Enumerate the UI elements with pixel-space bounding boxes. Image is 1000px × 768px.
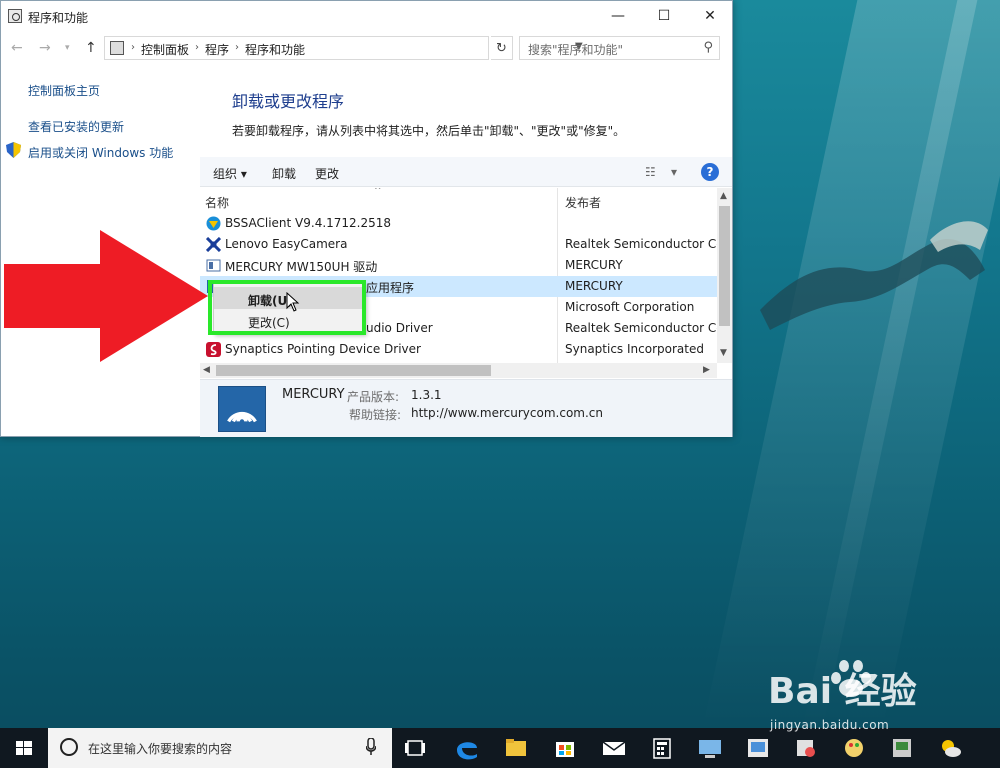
scroll-thumb[interactable] <box>216 365 491 376</box>
mouse-cursor-icon <box>286 292 300 312</box>
program-publisher: Realtek Semiconductor Co <box>565 321 717 335</box>
windows-start-icon[interactable] <box>0 728 48 768</box>
scroll-right-icon[interactable]: ▶ <box>703 365 710 375</box>
link-windows-features[interactable]: 启用或关闭 Windows 功能 <box>28 144 173 161</box>
window-title: 程序和功能 <box>28 11 89 25</box>
breadcrumb-item[interactable]: 控制面板 <box>141 41 189 58</box>
program-name: 应用程序 <box>366 281 415 295</box>
vertical-scrollbar[interactable]: ▲ ▼ <box>717 188 732 363</box>
command-toolbar: 组织 ▾ 卸载 更改 ☷ ▾ ? <box>200 157 732 187</box>
task-view-icon[interactable] <box>392 728 440 768</box>
search-icon[interactable]: ⚲ <box>703 40 713 55</box>
scroll-left-icon[interactable]: ◀ <box>203 365 210 375</box>
table-row[interactable]: Lenovo EasyCamera Realtek Semiconductor … <box>200 234 717 255</box>
calculator-icon[interactable] <box>638 728 686 768</box>
search-placeholder: 搜索"程序和功能" <box>528 43 624 57</box>
table-row[interactable]: MERCURY MW150UH 驱动 MERCURY <box>200 255 717 276</box>
edge-browser-icon[interactable] <box>443 728 491 768</box>
minimize-button[interactable]: — <box>595 1 641 32</box>
instruction-text: 若要卸载程序，请从列表中将其选中，然后单击"卸载"、"更改"或"修复"。 <box>232 124 626 138</box>
sort-ascending-icon: ^ <box>374 188 382 196</box>
help-link-url[interactable]: http://www.mercurycom.com.cn <box>411 406 603 420</box>
mercury-app-icon <box>218 386 266 432</box>
recent-chevron-icon[interactable]: ▾ <box>65 43 70 53</box>
taskbar-search-input[interactable]: 在这里输入你要搜索的内容 <box>48 728 392 768</box>
column-header-publisher[interactable]: 发布者 <box>560 188 606 213</box>
program-publisher: Synaptics Incorporated <box>565 342 704 356</box>
driver-icon <box>206 259 221 272</box>
scroll-down-icon[interactable]: ▼ <box>720 348 727 358</box>
mail-icon[interactable] <box>590 728 638 768</box>
view-options-icon[interactable]: ☷ ▾ <box>645 165 677 179</box>
up-arrow-icon[interactable]: ↑ <box>85 40 97 56</box>
table-row[interactable]: Synaptics Pointing Device Driver Synapti… <box>200 339 717 360</box>
title-bar: 程序和功能 — ☐ ✕ <box>1 1 732 32</box>
shield-icon <box>6 142 21 158</box>
taskbar-search-placeholder: 在这里输入你要搜索的内容 <box>88 742 233 756</box>
file-explorer-icon[interactable] <box>492 728 540 768</box>
details-publisher: MERCURY <box>282 387 345 402</box>
address-bar[interactable]: › 控制面板 › 程序 › 程序和功能 ▼ <box>104 36 583 60</box>
scroll-thumb[interactable] <box>719 206 730 326</box>
program-name: Lenovo EasyCamera <box>225 237 348 251</box>
refresh-icon[interactable]: ↻ <box>491 36 513 60</box>
close-button[interactable]: ✕ <box>687 1 733 32</box>
page-title: 卸载或更改程序 <box>232 92 345 111</box>
program-publisher: MERCURY <box>565 279 623 293</box>
monitor-app-icon[interactable] <box>734 728 782 768</box>
table-row[interactable]: BSSAClient V9.4.1712.2518 <box>200 213 717 234</box>
link-installed-updates[interactable]: 查看已安装的更新 <box>28 118 124 135</box>
program-name: Synaptics Pointing Device Driver <box>225 342 421 356</box>
version-value: 1.3.1 <box>411 388 442 402</box>
version-label: 产品版本: <box>347 390 400 404</box>
program-name: udio Driver <box>366 321 433 335</box>
program-publisher: Realtek Semiconductor Co <box>565 237 717 251</box>
chevron-right-icon: › <box>195 42 200 53</box>
details-pane: MERCURY 产品版本: 1.3.1 帮助链接: http://www.mer… <box>200 379 732 437</box>
control-panel-icon <box>8 9 22 23</box>
back-arrow-icon[interactable]: ← <box>11 40 23 56</box>
program-publisher: Microsoft Corporation <box>565 300 695 314</box>
search-input[interactable]: 搜索"程序和功能" ⚲ <box>519 36 720 60</box>
help-icon[interactable]: ? <box>701 163 719 181</box>
swimmer-image <box>760 221 988 330</box>
breadcrumb: › 控制面板 › 程序 › 程序和功能 <box>131 41 305 58</box>
palette-app-icon[interactable] <box>830 728 878 768</box>
column-header-name[interactable]: 名称 <box>200 188 234 213</box>
store-icon[interactable] <box>541 728 589 768</box>
uninstall-button[interactable]: 卸载 <box>272 165 296 182</box>
chevron-right-icon: › <box>131 42 135 53</box>
help-link-label: 帮助链接: <box>349 408 402 422</box>
programs-window: 程序和功能 — ☐ ✕ ← → ▾ ↑ › 控制面板 › 程序 › 程序和功能 … <box>0 0 733 437</box>
weather-app-icon[interactable] <box>926 728 974 768</box>
synaptics-icon <box>206 342 221 357</box>
watermark-brand: Bai 经验 <box>768 671 917 712</box>
link-control-panel-home[interactable]: 控制面板主页 <box>28 82 100 99</box>
organize-button[interactable]: 组织 ▾ <box>213 165 247 182</box>
change-button[interactable]: 更改 <box>315 165 339 182</box>
breadcrumb-item[interactable]: 程序和功能 <box>245 41 305 58</box>
watermark-url: jingyan.baidu.com <box>770 718 890 732</box>
taskbar: 在这里输入你要搜索的内容 <box>0 728 1000 768</box>
control-panel-icon <box>110 41 124 55</box>
paint-app-icon[interactable] <box>782 728 830 768</box>
red-arrow-annotation <box>4 230 208 362</box>
scroll-up-icon[interactable]: ▲ <box>720 191 727 201</box>
maximize-button[interactable]: ☐ <box>641 1 687 32</box>
bssa-icon <box>206 216 221 231</box>
program-name: BSSAClient V9.4.1712.2518 <box>225 216 392 230</box>
horizontal-scrollbar[interactable]: ◀ ▶ <box>200 363 717 378</box>
chevron-right-icon: › <box>235 42 240 53</box>
breadcrumb-item[interactable]: 程序 <box>205 41 229 58</box>
program-name: MERCURY MW150UH 驱动 <box>225 260 378 274</box>
program-publisher: MERCURY <box>565 258 623 272</box>
device-app-icon[interactable] <box>878 728 926 768</box>
navigation-bar: ← → ▾ ↑ › 控制面板 › 程序 › 程序和功能 ▼ ↻ 搜索"程序和功能… <box>1 32 732 65</box>
network-app-icon[interactable] <box>686 728 734 768</box>
cortana-icon <box>60 738 78 756</box>
microphone-icon[interactable] <box>366 738 376 756</box>
camera-icon <box>206 237 221 252</box>
forward-arrow-icon[interactable]: → <box>39 40 51 56</box>
